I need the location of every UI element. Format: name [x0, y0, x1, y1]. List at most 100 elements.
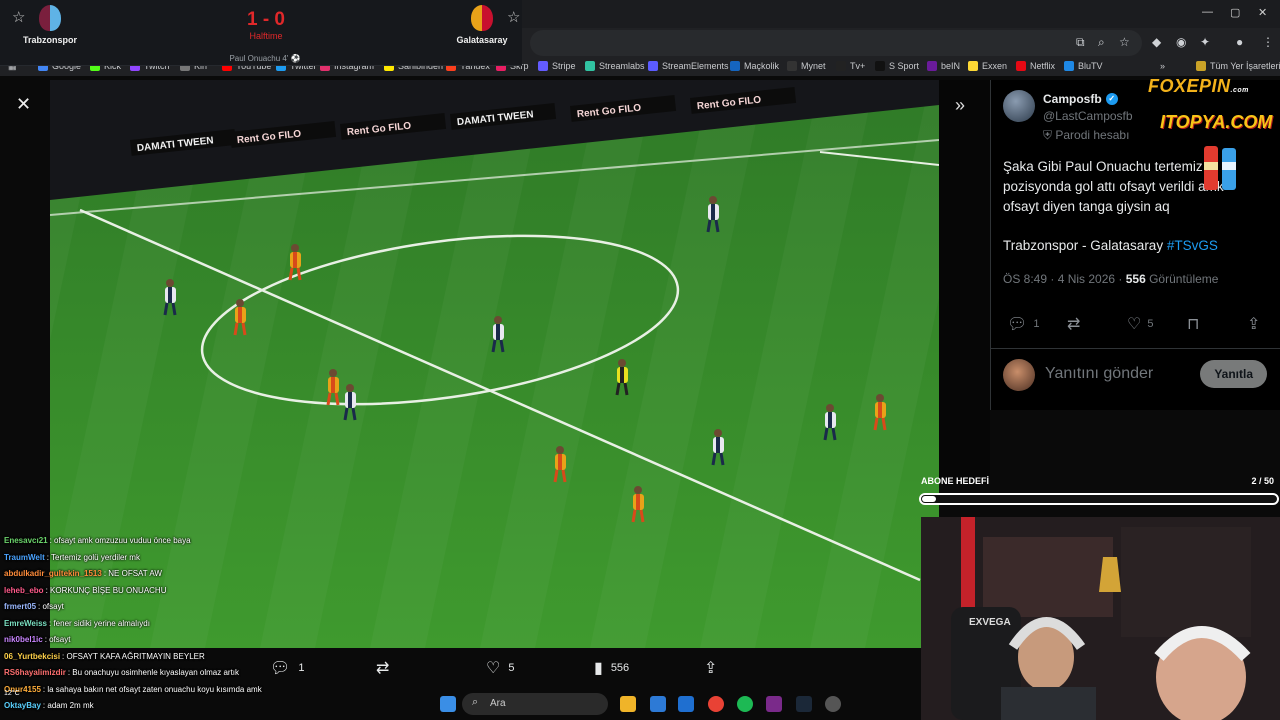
bookmark-item[interactable]: S Sport — [875, 61, 919, 71]
bookmark-favicon-icon — [730, 61, 740, 71]
windows-start-icon[interactable] — [440, 696, 456, 712]
bookmark-label: BluTV — [1078, 61, 1103, 71]
spotify-icon[interactable] — [737, 696, 753, 712]
bookmark-button[interactable]: ⊓ — [1187, 314, 1199, 334]
sub-goal-bar — [919, 493, 1279, 505]
chat-username[interactable]: Enesavcı21 — [4, 536, 48, 545]
tweet-teams-line: Trabzonspor - Galatasaray #TSvGS — [1003, 238, 1218, 253]
screen: — ▢ ✕ ⧉ ⌕ ☆ ◆ ◉ ✦ ● ⋮ ▦ » Tüm Yer İşaret… — [0, 0, 1280, 720]
mail-icon[interactable] — [678, 696, 694, 712]
all-bookmarks[interactable]: Tüm Yer İşaretleri — [1196, 61, 1280, 71]
extension-icon[interactable]: ◉ — [1176, 35, 1186, 49]
reply-composer: Yanıtını gönder Yanıtla — [991, 348, 1280, 398]
retweet-icon: ⇄ — [1067, 316, 1081, 333]
hashtag-link[interactable]: #TSvGS — [1167, 238, 1218, 253]
bookmark-item[interactable]: StreamElements — [648, 61, 729, 71]
video-retweet-button[interactable]: ⇄ — [376, 658, 389, 678]
home-team[interactable]: Trabzonspor — [0, 5, 100, 45]
bookmark-favicon-icon — [927, 61, 937, 71]
chat-username[interactable]: nik0bel1ic — [4, 635, 43, 644]
bookmark-icon: ⊓ — [1187, 316, 1200, 333]
video-views[interactable]: ▮ 556 — [594, 658, 629, 678]
bookmark-favicon-icon — [585, 61, 595, 71]
chat-text: : ofsayt amk omzuzuu vuduu önce baya — [49, 536, 191, 545]
bookmark-favicon-icon — [875, 61, 885, 71]
weather-widget[interactable]: 12°C — [4, 690, 20, 697]
bookmark-item[interactable]: Maçkolik — [730, 61, 779, 71]
bookmark-item[interactable]: Tv+ — [836, 61, 865, 71]
bookmark-favicon-icon — [1064, 61, 1074, 71]
chat-username[interactable]: 06_Yurtbekcisi — [4, 652, 60, 661]
expand-panel-icon[interactable]: » — [955, 95, 965, 116]
chat-text: : fener sidiki yerine almalıydı — [49, 618, 150, 628]
menu-icon[interactable]: ⋮ — [1262, 35, 1274, 49]
bookmark-item[interactable]: Stripe — [538, 61, 576, 71]
bookmark-star-icon[interactable]: ☆ — [1119, 35, 1130, 49]
reply-input[interactable]: Yanıtını gönder — [1045, 365, 1153, 383]
chat-username[interactable]: abdulkadir_gultekin_1513 — [4, 569, 102, 578]
maximize-icon[interactable]: ▢ — [1230, 6, 1240, 19]
author-name[interactable]: Camposfb ✓ — [1043, 92, 1118, 106]
sub-goal-fill — [922, 496, 937, 502]
chat-text: : Tertemiz golü yerdiler mk — [46, 552, 140, 562]
more-bookmarks-icon[interactable]: » — [1160, 61, 1165, 71]
chat-message: leheb_ebo: KORKUNÇ BİŞE BU ONUACHU — [4, 586, 166, 595]
bookmark-item[interactable]: Mynet — [787, 61, 826, 71]
next-app-icon[interactable] — [766, 696, 782, 712]
video-reply-button[interactable]: 💬︎ 1 — [270, 658, 304, 678]
taskbar-search[interactable]: ⌕ Ara — [462, 693, 608, 715]
chat-message: 06_Yurtbekcisi: OFSAYT KAFA AĞRITMAYIN B… — [4, 652, 205, 661]
parody-label: ⛨ Parodi hesabı — [1043, 128, 1130, 142]
verified-badge-icon: ✓ — [1105, 93, 1118, 105]
chat-username[interactable]: frmert05 — [4, 602, 36, 611]
favorite-star-icon[interactable]: ☆ — [507, 8, 520, 26]
retweet-button[interactable]: ⇄ — [1067, 314, 1080, 334]
chat-username[interactable]: EmreWeiss — [4, 619, 47, 628]
extension-icon[interactable]: ◆ — [1152, 35, 1161, 49]
reply-submit-button[interactable]: Yanıtla — [1200, 360, 1267, 388]
bookmark-item[interactable]: Netflix — [1016, 61, 1055, 71]
reply-button[interactable]: 💬︎ 1 — [1007, 314, 1039, 334]
chrome-icon[interactable] — [708, 696, 724, 712]
chat-message: TraumWelt: Tertemiz golü yerdiler mk — [4, 553, 140, 562]
close-window-icon[interactable]: ✕ — [1258, 6, 1267, 19]
store-icon[interactable] — [650, 696, 666, 712]
bookmark-item[interactable]: beIN — [927, 61, 960, 71]
score: 1 - 0 — [246, 9, 286, 30]
video-share-button[interactable]: ⇪ — [704, 658, 717, 678]
chat-message: frmert05: ofsayt — [4, 602, 64, 611]
author-avatar[interactable] — [1003, 90, 1035, 122]
bookmark-label: Streamlabs — [599, 61, 645, 71]
minimize-icon[interactable]: — — [1202, 6, 1213, 18]
bookmark-item[interactable]: BluTV — [1064, 61, 1103, 71]
webcam-scene: EXVEGA — [921, 517, 1280, 720]
chat-username[interactable]: TraumWelt — [4, 553, 45, 562]
author-handle[interactable]: @LastCamposfb — [1043, 109, 1133, 123]
bookmark-item[interactable]: Exxen — [968, 61, 1007, 71]
steam-icon[interactable] — [796, 696, 812, 712]
extensions-puzzle-icon[interactable]: ✦ — [1200, 35, 1210, 49]
bookmark-label: S Sport — [889, 61, 920, 71]
share-button[interactable]: ⇪ — [1247, 314, 1260, 334]
bookmark-item[interactable]: Streamlabs — [585, 61, 645, 71]
share-icon: ⇪ — [704, 660, 718, 677]
chat-message: abdulkadir_gultekin_1513: NE OFSAT AW — [4, 569, 162, 578]
match-status: Halftime — [249, 31, 283, 41]
share-icon: ⇪ — [1247, 316, 1261, 333]
like-button[interactable]: ♡ 5 — [1127, 314, 1153, 334]
tab-strip[interactable] — [522, 0, 1280, 28]
chat-text: : ofsayt — [38, 602, 64, 611]
tweet-actions: 💬︎ 1 ⇄ ♡ 5 ⊓ ⇪ — [1003, 314, 1271, 334]
video-like-button[interactable]: ♡ 5 — [486, 658, 514, 678]
obs-icon[interactable] — [825, 696, 841, 712]
chat-username[interactable]: RS6hayalimizdir — [4, 668, 66, 677]
home-team-name: Trabzonspor — [22, 35, 77, 45]
user-avatar — [1003, 359, 1035, 391]
address-bar[interactable] — [530, 30, 1142, 56]
file-explorer-icon[interactable] — [620, 696, 636, 712]
close-media-icon[interactable]: ✕ — [16, 94, 31, 115]
cast-icon[interactable]: ⧉ — [1076, 35, 1085, 50]
profile-avatar[interactable]: ● — [1236, 35, 1243, 49]
chat-username[interactable]: leheb_ebo — [4, 586, 44, 595]
zoom-icon[interactable]: ⌕ — [1098, 35, 1105, 50]
